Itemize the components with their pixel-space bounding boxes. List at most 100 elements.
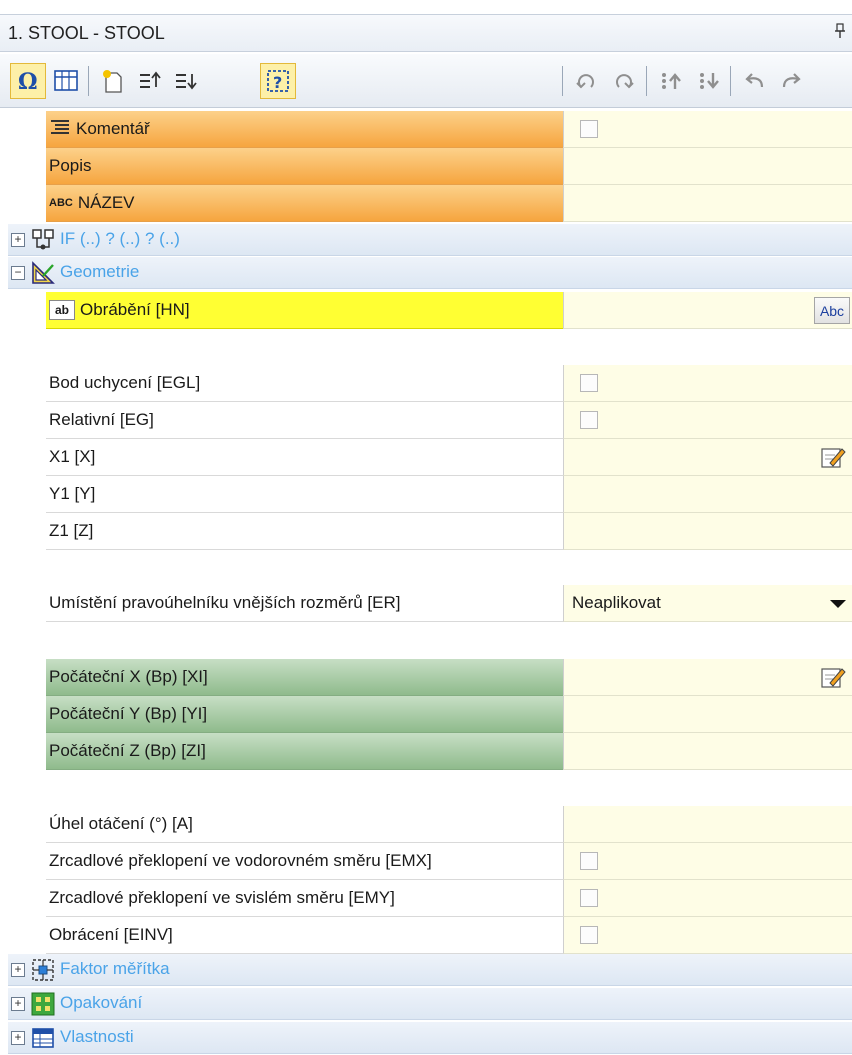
selection-icon[interactable]: ? (260, 63, 296, 99)
move-down-icon[interactable] (168, 63, 204, 99)
group-opakovani[interactable]: + Opakování (8, 988, 852, 1020)
properties-icon (30, 1025, 56, 1051)
toolbar-separator (646, 66, 647, 96)
obrabeni-field[interactable]: Abc (563, 292, 852, 329)
svg-text:Ω: Ω (18, 69, 38, 95)
expand-icon[interactable]: + (11, 963, 25, 977)
relativni-checkbox[interactable] (580, 411, 598, 429)
toolbar: Ω ? (0, 54, 852, 108)
row-x1[interactable]: X1 [X] (8, 439, 852, 476)
row-pocatecni-x[interactable]: Počáteční X (Bp) [XI] (8, 659, 852, 696)
emx-checkbox[interactable] (580, 852, 598, 870)
toolbar-separator (88, 66, 89, 96)
branch-icon (30, 227, 56, 253)
pocz-field[interactable] (563, 733, 852, 770)
expand-icon[interactable]: + (11, 233, 25, 247)
row-umisteni[interactable]: Umístění pravoúhelníku vnějších rozměrů … (8, 585, 852, 622)
row-z1[interactable]: Z1 [Z] (8, 513, 852, 550)
row-uhel[interactable]: Úhel otáčení (°) [A] (8, 806, 852, 843)
group-if[interactable]: + IF (..) ? (..) ? (..) (8, 224, 852, 256)
nazev-field[interactable] (563, 185, 852, 222)
group-faktor-meritka[interactable]: + Faktor měřítka (8, 954, 852, 986)
umisteni-value: Neaplikovat (572, 593, 661, 612)
z1-field[interactable] (563, 513, 852, 550)
grid-icon[interactable] (48, 63, 84, 99)
svg-text:?: ? (273, 73, 282, 92)
row-relativni[interactable]: Relativní [EG] (8, 402, 852, 439)
scale-icon (30, 957, 56, 983)
geometry-icon (30, 260, 56, 286)
chevron-down-icon[interactable] (830, 600, 846, 608)
komentar-checkbox[interactable] (580, 120, 598, 138)
pocy-label: Počáteční Y (Bp) [YI] (49, 704, 208, 723)
comment-icon (49, 119, 71, 140)
einv-label: Obrácení [EINV] (49, 925, 173, 944)
umisteni-label: Umístění pravoúhelníku vnějších rozměrů … (49, 593, 401, 612)
toolbar-separator (730, 66, 731, 96)
arrange-down-icon[interactable] (690, 63, 726, 99)
text-editor-button[interactable]: Abc (814, 297, 850, 324)
row-emx[interactable]: Zrcadlové překlopení ve vodorovném směru… (8, 843, 852, 880)
row-emy[interactable]: Zrcadlové překlopení ve svislém směru [E… (8, 880, 852, 917)
group-geometrie[interactable]: − Geometrie (8, 257, 852, 289)
row-obrabeni[interactable]: ab Obrábění [HN] Abc (8, 292, 852, 329)
row-komentar[interactable]: Komentář (8, 111, 852, 148)
row-bod-uchyceni[interactable]: Bod uchycení [EGL] (8, 365, 852, 402)
group-vlastnosti-label: Vlastnosti (60, 1027, 134, 1046)
emy-label: Zrcadlové překlopení ve svislém směru [E… (49, 888, 395, 907)
panel-title-bar: 1. STOOL - STOOL (0, 14, 852, 52)
rotate-right-icon[interactable] (606, 63, 642, 99)
row-pocatecni-y[interactable]: Počáteční Y (Bp) [YI] (8, 696, 852, 733)
pocy-field[interactable] (563, 696, 852, 733)
row-nazev[interactable]: ABC NÁZEV (8, 185, 852, 222)
arrange-up-icon[interactable] (652, 63, 688, 99)
group-vlastnosti[interactable]: + Vlastnosti (8, 1022, 852, 1054)
emy-checkbox[interactable] (580, 889, 598, 907)
nazev-label: NÁZEV (77, 193, 135, 212)
popis-label: Popis (49, 156, 92, 175)
panel-title: 1. STOOL - STOOL (8, 22, 165, 43)
expand-icon[interactable]: + (11, 1031, 25, 1045)
omega-icon[interactable]: Ω (10, 63, 46, 99)
group-geometrie-label: Geometrie (60, 262, 140, 281)
pin-icon[interactable] (834, 23, 846, 42)
y1-label: Y1 [Y] (49, 484, 96, 503)
z1-label: Z1 [Z] (49, 521, 94, 540)
group-faktor-label: Faktor měřítka (60, 959, 170, 978)
row-pocatecni-z[interactable]: Počáteční Z (Bp) [ZI] (8, 733, 852, 770)
row-einv[interactable]: Obrácení [EINV] (8, 917, 852, 954)
edit-icon[interactable] (818, 443, 848, 471)
uhel-label: Úhel otáčení (°) [A] (49, 814, 193, 833)
new-item-icon[interactable] (94, 63, 130, 99)
einv-checkbox[interactable] (580, 926, 598, 944)
komentar-label: Komentář (76, 119, 150, 138)
bod-label: Bod uchycení [EGL] (49, 373, 201, 392)
x1-field[interactable] (563, 439, 852, 476)
umisteni-dropdown[interactable]: Neaplikovat (563, 585, 852, 622)
bod-checkbox[interactable] (580, 374, 598, 392)
x1-label: X1 [X] (49, 447, 96, 466)
row-y1[interactable]: Y1 [Y] (8, 476, 852, 513)
popis-field[interactable] (563, 148, 852, 185)
undo-icon[interactable] (736, 63, 772, 99)
pocx-field[interactable] (563, 659, 852, 696)
emx-label: Zrcadlové překlopení ve vodorovném směru… (49, 851, 432, 870)
group-if-label: IF (..) ? (..) ? (..) (60, 229, 180, 248)
uhel-field[interactable] (563, 806, 852, 843)
pocz-label: Počáteční Z (Bp) [ZI] (49, 741, 206, 760)
row-popis[interactable]: Popis (8, 148, 852, 185)
collapse-icon[interactable]: − (11, 266, 25, 280)
y1-field[interactable] (563, 476, 852, 513)
repeat-icon (30, 991, 56, 1017)
move-up-icon[interactable] (132, 63, 168, 99)
relativni-label: Relativní [EG] (49, 410, 154, 429)
rotate-left-icon[interactable] (568, 63, 604, 99)
pocx-label: Počáteční X (Bp) [XI] (49, 667, 208, 686)
ab-text-icon: ab (49, 300, 75, 320)
redo-icon[interactable] (774, 63, 810, 99)
obrabeni-label: Obrábění [HN] (80, 300, 190, 319)
edit-icon[interactable] (818, 663, 848, 691)
abc-text-icon: ABC (49, 197, 73, 209)
toolbar-separator (562, 66, 563, 96)
expand-icon[interactable]: + (11, 997, 25, 1011)
